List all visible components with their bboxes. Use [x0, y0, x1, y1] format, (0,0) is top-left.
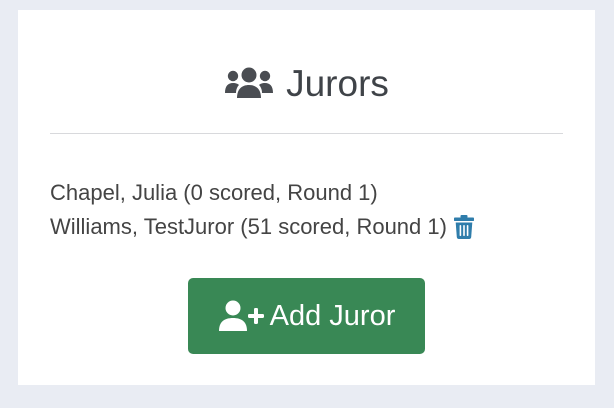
- trash-icon[interactable]: [453, 215, 474, 240]
- divider: [50, 133, 563, 134]
- jurors-card: Jurors Chapel, Julia (0 scored, Round 1)…: [18, 10, 595, 385]
- card-header: Jurors: [18, 58, 595, 108]
- add-juror-button[interactable]: Add Juror: [188, 278, 425, 354]
- users-icon: [224, 66, 274, 100]
- juror-name: Williams, TestJuror (51 scored, Round 1): [50, 214, 447, 240]
- add-juror-label: Add Juror: [269, 299, 396, 332]
- juror-list-item: Chapel, Julia (0 scored, Round 1): [50, 176, 474, 210]
- juror-list: Chapel, Julia (0 scored, Round 1) Willia…: [50, 176, 474, 244]
- user-plus-icon: [218, 300, 264, 332]
- card-title: Jurors: [286, 62, 389, 104]
- juror-name: Chapel, Julia (0 scored, Round 1): [50, 180, 378, 205]
- juror-list-item: Williams, TestJuror (51 scored, Round 1): [50, 210, 474, 244]
